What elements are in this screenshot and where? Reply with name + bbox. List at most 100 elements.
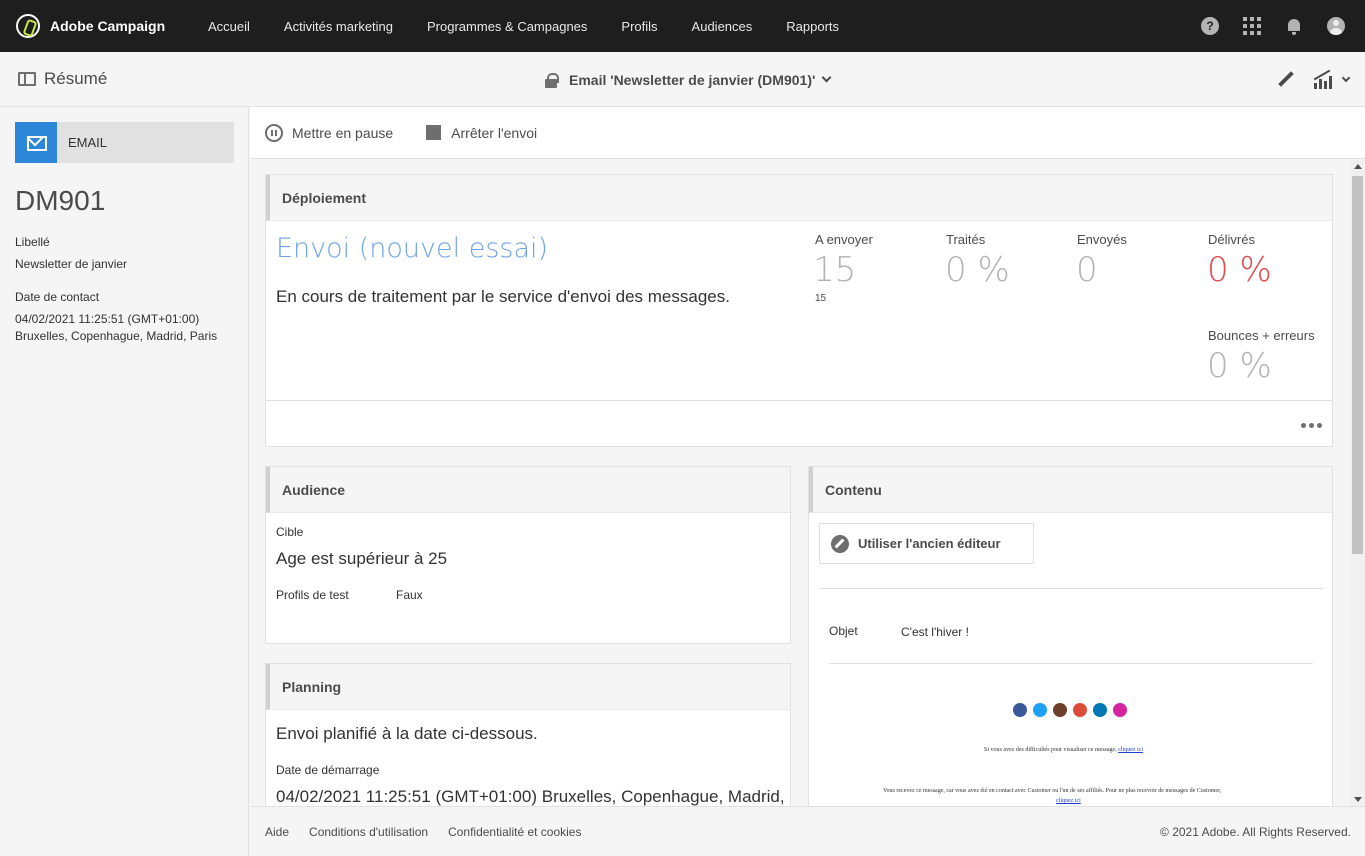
nav-item-rapports[interactable]: Rapports <box>786 19 839 34</box>
planning-text: Envoi planifié à la date ci-dessous. <box>276 724 538 743</box>
content-heading: Contenu <box>809 467 1332 513</box>
edit-pencil-icon[interactable] <box>1275 70 1295 90</box>
email-envelope-icon <box>15 122 57 163</box>
user-avatar-icon[interactable] <box>1327 17 1345 35</box>
main-content: Mettre en pause Arrêter l'envoi Déploiem… <box>250 107 1365 806</box>
kpi-processed-label: Traités <box>946 232 986 247</box>
app-name: Adobe Campaign <box>50 18 166 34</box>
contact-timezone: Bruxelles, Copenhague, Madrid, Paris <box>15 329 218 343</box>
top-icons: ? <box>1177 0 1345 52</box>
kpi-sent-value: 0 <box>1076 250 1098 290</box>
footer-link-terms[interactable]: Conditions d'utilisation <box>309 825 428 839</box>
contact-date-value: 04/02/2021 11:25:51 (GMT+01:00) <box>15 312 200 326</box>
test-profiles-value: Faux <box>396 588 423 602</box>
kpi-bounces-value: 0 % <box>1207 346 1272 386</box>
libelle-value: Newsletter de janvier <box>15 257 128 271</box>
divider <box>266 400 1332 401</box>
pinterest-icon <box>1113 703 1127 717</box>
scroll-thumb[interactable] <box>1352 176 1363 554</box>
notifications-bell-icon[interactable] <box>1285 17 1303 35</box>
start-date-label: Date de démarrage <box>276 763 380 777</box>
edit-icon <box>831 534 849 553</box>
kpi-delivered-label: Délivrés <box>1208 232 1255 247</box>
page-title-dropdown[interactable]: Email 'Newsletter de janvier (DM901)' <box>545 52 832 107</box>
main-nav: Accueil Activités marketing Programmes &… <box>208 0 873 52</box>
email-preview-social-icons <box>1013 703 1133 717</box>
subject-label: Objet <box>829 624 858 638</box>
preview-line-2: Vous recevez ce message, car vous avez é… <box>883 788 1222 794</box>
planning-card: Planning Envoi planifié à la date ci-des… <box>265 663 791 806</box>
target-value: Age est supérieur à 25 <box>276 549 448 568</box>
preview-line-2-link-wrap: cliquez ici <box>1056 798 1081 804</box>
chevron-down-icon[interactable] <box>1341 73 1351 82</box>
divider <box>829 663 1313 664</box>
top-navigation-bar: Adobe Campaign Accueil Activités marketi… <box>0 0 1365 52</box>
instagram-icon <box>1053 703 1067 717</box>
page-title: Email 'Newsletter de janvier (DM901)' <box>569 71 816 88</box>
scroll-down-arrow-icon[interactable] <box>1354 797 1362 802</box>
planning-heading: Planning <box>266 664 790 710</box>
pause-button[interactable]: Mettre en pause <box>265 123 393 142</box>
adobe-campaign-logo-icon <box>16 14 40 38</box>
deployment-heading: Déploiement <box>266 175 1332 221</box>
preview-link-1[interactable]: cliquez ici <box>1118 747 1143 753</box>
subject-value: C'est l'hiver ! <box>901 625 969 639</box>
google-plus-icon <box>1073 703 1087 717</box>
scroll-up-arrow-icon[interactable] <box>1354 164 1362 169</box>
main-scrollbar[interactable] <box>1350 160 1365 806</box>
test-profiles-label: Profils de test <box>276 588 349 602</box>
channel-badge: EMAIL <box>15 122 234 163</box>
stop-sending-button[interactable]: Arrêter l'envoi <box>426 125 537 141</box>
preview-line-1: Si vous avez des difficultés pour visual… <box>984 747 1143 753</box>
summary-sidebar: EMAIL DM901 Libellé Newsletter de janvie… <box>0 107 249 856</box>
kpi-processed-value: 0 % <box>945 250 1010 290</box>
deployment-card: Déploiement Envoi (nouvel essai) En cour… <box>265 174 1333 447</box>
action-bar: Mettre en pause Arrêter l'envoi <box>250 107 1365 159</box>
kpi-sent-label: Envoyés <box>1077 232 1127 247</box>
nav-item-activites-marketing[interactable]: Activités marketing <box>284 19 393 34</box>
kpi-to-send-sub: 15 <box>815 293 827 304</box>
footer-link-help[interactable]: Aide <box>265 825 289 839</box>
libelle-label: Libellé <box>15 235 50 249</box>
facebook-icon <box>1013 703 1027 717</box>
content-card: Contenu Utiliser l'ancien éditeur Objet … <box>808 466 1333 806</box>
old-editor-label: Utiliser l'ancien éditeur <box>858 536 1001 551</box>
header-bar: Résumé Email 'Newsletter de janvier (DM9… <box>0 52 1365 107</box>
kpi-to-send-value: 15 <box>813 250 857 290</box>
nav-item-profils[interactable]: Profils <box>621 19 657 34</box>
start-date-value: 04/02/2021 11:25:51 (GMT+01:00) Bruxelle… <box>276 787 785 806</box>
deployment-status: En cours de traitement par le service d'… <box>276 287 730 306</box>
delivery-id: DM901 <box>15 185 106 216</box>
header-tools <box>1275 52 1351 107</box>
lock-icon <box>545 72 559 88</box>
kpi-delivered-value: 0 % <box>1207 250 1272 290</box>
stop-label: Arrêter l'envoi <box>451 124 538 141</box>
audience-heading: Audience <box>266 467 790 513</box>
help-icon[interactable]: ? <box>1201 17 1219 35</box>
twitter-icon <box>1033 703 1047 717</box>
more-options-icon[interactable] <box>1298 423 1322 428</box>
brand[interactable]: Adobe Campaign <box>16 14 208 38</box>
footer: Aide Conditions d'utilisation Confidenti… <box>250 806 1365 856</box>
target-label: Cible <box>276 525 304 539</box>
chevron-down-icon <box>821 72 832 83</box>
stop-icon <box>426 125 442 140</box>
audience-card: Audience Cible Age est supérieur à 25 Pr… <box>265 466 791 644</box>
nav-item-accueil[interactable]: Accueil <box>208 19 250 34</box>
linkedin-icon <box>1093 703 1107 717</box>
summary-label: Résumé <box>44 69 108 88</box>
preview-line-1-text: Si vous avez des difficultés pour visual… <box>984 747 1117 753</box>
preview-link-2[interactable]: cliquez ici <box>1056 798 1081 804</box>
channel-label: EMAIL <box>68 135 108 150</box>
app-switcher-icon[interactable] <box>1243 17 1261 35</box>
side-panel-icon <box>18 72 36 86</box>
use-old-editor-button[interactable]: Utiliser l'ancien éditeur <box>819 523 1034 564</box>
summary-toggle-button[interactable]: Résumé <box>18 69 107 89</box>
copyright: © 2021 Adobe. All Rights Reserved. <box>1160 824 1351 839</box>
divider <box>819 588 1323 589</box>
nav-item-audiences[interactable]: Audiences <box>692 19 753 34</box>
footer-link-privacy[interactable]: Confidentialité et cookies <box>448 825 581 839</box>
nav-item-programmes-campagnes[interactable]: Programmes & Campagnes <box>427 19 587 34</box>
reports-chart-icon[interactable] <box>1313 70 1335 90</box>
kpi-bounces-label: Bounces + erreurs <box>1208 328 1315 343</box>
